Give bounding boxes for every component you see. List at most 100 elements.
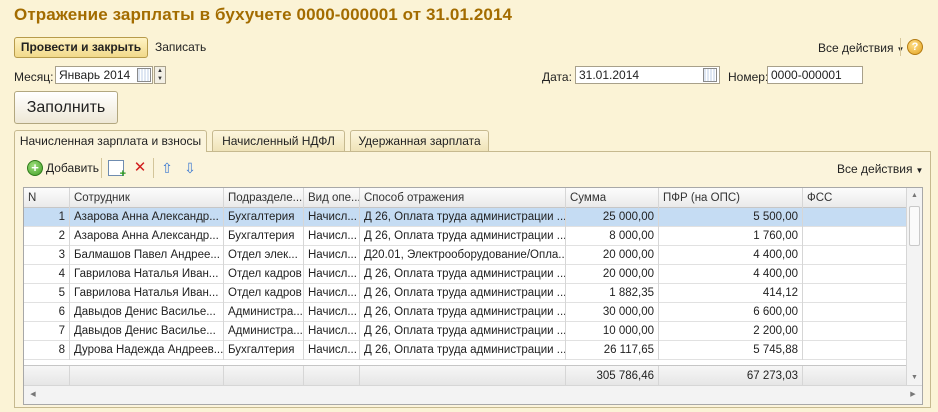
table-row[interactable]: 4 Гаврилова Наталья Иван... Отдел кадров…: [24, 265, 907, 284]
department-cell[interactable]: Администра...: [224, 303, 304, 322]
table-row[interactable]: 5 Гаврилова Наталья Иван... Отдел кадров…: [24, 284, 907, 303]
delete-icon[interactable]: ✕: [132, 160, 148, 176]
column-header-method[interactable]: Способ отражения: [360, 188, 566, 208]
method-cell[interactable]: Д 26, Оплата труда администрации ...: [360, 303, 566, 322]
column-header-department[interactable]: Подразделе...: [224, 188, 304, 208]
tab-accrued-salary[interactable]: Начисленная зарплата и взносы: [14, 130, 207, 152]
employee-cell[interactable]: Азарова Анна Александр...: [70, 208, 224, 227]
tab-withheld-salary[interactable]: Удержанная зарплата: [350, 130, 489, 151]
write-button[interactable]: Записать: [155, 40, 206, 54]
department-cell[interactable]: Бухгалтерия: [224, 341, 304, 360]
operation-cell[interactable]: Начисл...: [304, 341, 360, 360]
fss-cell[interactable]: [803, 227, 907, 246]
help-icon[interactable]: ?: [907, 39, 923, 55]
employee-cell[interactable]: Гаврилова Наталья Иван...: [70, 265, 224, 284]
sum-cell[interactable]: 10 000,00: [566, 322, 659, 341]
method-cell[interactable]: Д20.01, Электрооборудование/Опла...: [360, 246, 566, 265]
column-header-pfr[interactable]: ПФР (на ОПС): [659, 188, 803, 208]
method-cell[interactable]: Д 26, Оплата труда администрации ...: [360, 284, 566, 303]
scroll-thumb[interactable]: [909, 206, 920, 246]
table-row[interactable]: 2 Азарова Анна Александр... Бухгалтерия …: [24, 227, 907, 246]
method-cell[interactable]: Д 26, Оплата труда администрации ...: [360, 322, 566, 341]
column-header-employee[interactable]: Сотрудник: [70, 188, 224, 208]
fss-cell[interactable]: [803, 246, 907, 265]
tab-accrued-ndfl[interactable]: Начисленный НДФЛ: [212, 130, 345, 151]
pfr-cell[interactable]: 6 600,00: [659, 303, 803, 322]
sum-cell[interactable]: 1 882,35: [566, 284, 659, 303]
vertical-scrollbar[interactable]: ▲ ▼: [906, 188, 922, 385]
table-row[interactable]: 6 Давыдов Денис Василье... Администра...…: [24, 303, 907, 322]
arrow-down-icon[interactable]: ⇩: [182, 160, 198, 176]
sum-cell[interactable]: 25 000,00: [566, 208, 659, 227]
department-cell[interactable]: Отдел кадров: [224, 265, 304, 284]
pfr-cell[interactable]: 4 400,00: [659, 246, 803, 265]
method-cell[interactable]: Д 26, Оплата труда администрации ...: [360, 265, 566, 284]
scroll-up-icon[interactable]: ▲: [907, 188, 922, 203]
department-cell[interactable]: Отдел элек...: [224, 246, 304, 265]
department-cell[interactable]: Бухгалтерия: [224, 227, 304, 246]
sum-cell[interactable]: 26 117,65: [566, 341, 659, 360]
sum-cell[interactable]: 20 000,00: [566, 265, 659, 284]
table-row[interactable]: 1 Азарова Анна Александр... Бухгалтерия …: [24, 208, 907, 227]
pfr-cell[interactable]: 2 200,00: [659, 322, 803, 341]
add-icon[interactable]: +: [27, 160, 43, 176]
pfr-cell[interactable]: 5 745,88: [659, 341, 803, 360]
fill-button[interactable]: Заполнить: [14, 91, 118, 124]
fss-cell[interactable]: [803, 303, 907, 322]
employee-cell[interactable]: Азарова Анна Александр...: [70, 227, 224, 246]
employee-cell[interactable]: Давыдов Денис Василье...: [70, 303, 224, 322]
date-field[interactable]: 31.01.2014: [575, 66, 720, 84]
method-cell[interactable]: Д 26, Оплата труда администрации ...: [360, 208, 566, 227]
pfr-cell[interactable]: 1 760,00: [659, 227, 803, 246]
method-cell[interactable]: Д 26, Оплата труда администрации ...: [360, 341, 566, 360]
operation-cell[interactable]: Начисл...: [304, 227, 360, 246]
table-row[interactable]: 8 Дурова Надежда Андреев... Бухгалтерия …: [24, 341, 907, 360]
fss-cell[interactable]: [803, 265, 907, 284]
horizontal-scrollbar[interactable]: ◀ ▶: [24, 385, 922, 404]
operation-cell[interactable]: Начисл...: [304, 246, 360, 265]
employee-cell[interactable]: Дурова Надежда Андреев...: [70, 341, 224, 360]
table-row[interactable]: 3 Балмашов Павел Андрее... Отдел элек...…: [24, 246, 907, 265]
totals-cell: [360, 366, 566, 386]
scroll-down-icon[interactable]: ▼: [907, 370, 922, 385]
pfr-cell[interactable]: 4 400,00: [659, 265, 803, 284]
column-header-fss[interactable]: ФСС: [803, 188, 907, 208]
number-field[interactable]: 0000-000001: [767, 66, 863, 84]
all-actions-menu[interactable]: Все действия▼: [818, 41, 904, 55]
department-cell[interactable]: Бухгалтерия: [224, 208, 304, 227]
method-cell[interactable]: Д 26, Оплата труда администрации ...: [360, 227, 566, 246]
employee-cell[interactable]: Балмашов Павел Андрее...: [70, 246, 224, 265]
operation-cell[interactable]: Начисл...: [304, 303, 360, 322]
operation-cell[interactable]: Начисл...: [304, 322, 360, 341]
copy-icon[interactable]: [108, 160, 126, 180]
add-button[interactable]: Добавить: [46, 161, 99, 175]
scroll-right-icon[interactable]: ▶: [906, 388, 920, 402]
column-header-n[interactable]: N: [24, 188, 70, 208]
column-header-sum[interactable]: Сумма: [566, 188, 659, 208]
fss-cell[interactable]: [803, 322, 907, 341]
operation-cell[interactable]: Начисл...: [304, 284, 360, 303]
fss-cell[interactable]: [803, 341, 907, 360]
month-spin-icon[interactable]: ▲ ▼: [154, 66, 166, 84]
table-all-actions-menu[interactable]: Все действия ▼: [837, 162, 923, 176]
calendar-icon[interactable]: [137, 68, 151, 82]
department-cell[interactable]: Администра...: [224, 322, 304, 341]
table-row[interactable]: 7 Давыдов Денис Василье... Администра...…: [24, 322, 907, 341]
operation-cell[interactable]: Начисл...: [304, 208, 360, 227]
operation-cell[interactable]: Начисл...: [304, 265, 360, 284]
sum-cell[interactable]: 8 000,00: [566, 227, 659, 246]
post-and-close-button[interactable]: Провести и закрыть: [14, 37, 148, 58]
sum-cell[interactable]: 20 000,00: [566, 246, 659, 265]
scroll-left-icon[interactable]: ◀: [26, 388, 40, 402]
fss-cell[interactable]: [803, 284, 907, 303]
column-header-operation[interactable]: Вид опе...: [304, 188, 360, 208]
department-cell[interactable]: Отдел кадров: [224, 284, 304, 303]
fss-cell[interactable]: [803, 208, 907, 227]
pfr-cell[interactable]: 414,12: [659, 284, 803, 303]
pfr-cell[interactable]: 5 500,00: [659, 208, 803, 227]
calendar-icon[interactable]: [703, 68, 717, 82]
arrow-up-icon[interactable]: ⇧: [159, 160, 175, 176]
employee-cell[interactable]: Гаврилова Наталья Иван...: [70, 284, 224, 303]
sum-cell[interactable]: 30 000,00: [566, 303, 659, 322]
employee-cell[interactable]: Давыдов Денис Василье...: [70, 322, 224, 341]
